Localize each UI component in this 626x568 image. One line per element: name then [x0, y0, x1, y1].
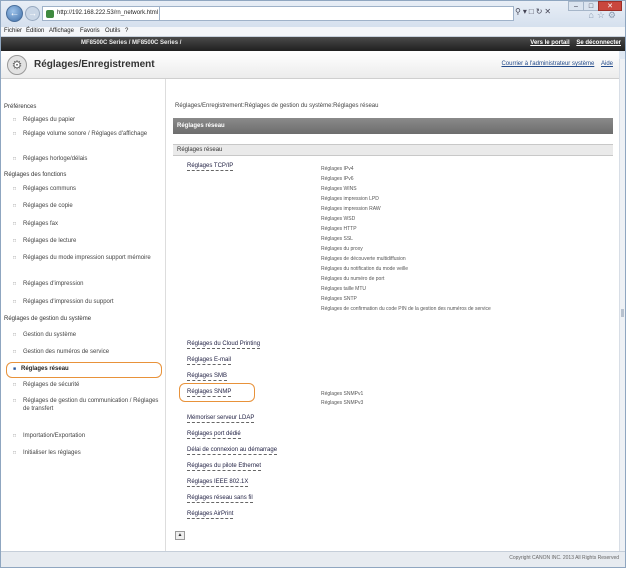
mail-admin-link[interactable]: Courrier à l'administrateur système	[501, 61, 594, 67]
sidebar-item-security[interactable]: Réglages de sécurité	[1, 381, 166, 389]
portal-link[interactable]: Vers le portail	[530, 40, 569, 46]
link-ldap[interactable]: Mémoriser serveur LDAP	[187, 415, 255, 423]
status-bar: Copyright CANON INC. 2013 All Rights Res…	[1, 551, 625, 567]
tcpip-item: Réglages de confirmation du code PIN de …	[321, 306, 491, 312]
sidebar-item-system-management[interactable]: Gestion du système	[1, 331, 166, 339]
menu-favorites[interactable]: Favoris	[80, 28, 100, 34]
tcpip-item: Réglages IPv6	[321, 176, 354, 182]
sidebar-head-preferences: Préférences	[4, 104, 37, 110]
settings-gear-icon: ⚙	[7, 55, 27, 75]
minimize-icon[interactable]: –	[568, 1, 584, 11]
help-link[interactable]: Aide	[601, 61, 613, 67]
logout-link[interactable]: Se déconnecter	[576, 40, 621, 46]
address-tools-icons[interactable]: ⚲▾□↻✕	[515, 7, 553, 16]
main-panel: Réglages/Enregistrement:Réglages de gest…	[173, 79, 613, 551]
snmp-item: Réglages SNMPv1	[321, 391, 364, 397]
tcpip-item: Réglages WINS	[321, 186, 357, 192]
sidebar-item-fax[interactable]: Réglages fax	[1, 220, 166, 228]
menu-file[interactable]: Fichier	[4, 28, 22, 34]
device-header-bar: MF8500C Series / MF8500C Series / Vers l…	[1, 37, 625, 51]
browser-window: ← → http://192.168.222.53/rn_network.htm…	[0, 0, 626, 568]
copyright-text: Copyright CANON INC. 2013 All Rights Res…	[509, 555, 619, 561]
back-arrow-icon[interactable]: ←	[6, 5, 23, 22]
sidebar-item-paper[interactable]: Réglages du papier	[1, 116, 166, 124]
snmp-item: Réglages SNMPv3	[321, 400, 364, 406]
sidebar-item-department-id[interactable]: Gestion des numéros de service	[1, 348, 166, 356]
browser-tool-icons: ⌂☆⚙	[588, 10, 619, 21]
page-banner: Réglages réseau	[173, 118, 613, 134]
page-title: Réglages/Enregistrement	[34, 59, 155, 70]
menu-help[interactable]: ?	[125, 28, 128, 34]
sidebar-item-scan[interactable]: Réglages de lecture	[1, 237, 166, 245]
tcpip-item: Réglages SSL	[321, 236, 353, 242]
sidebar-item-communication-transfer[interactable]: Réglages de gestion du communication / R…	[1, 397, 166, 413]
link-cloud-printing[interactable]: Réglages du Cloud Printing	[187, 341, 261, 349]
link-ethernet-driver[interactable]: Réglages du pilote Ethernet	[187, 463, 262, 471]
link-snmp[interactable]: Réglages SNMP	[187, 389, 232, 397]
favorites-star-icon[interactable]: ☆	[597, 10, 608, 20]
link-dedicated-port[interactable]: Réglages port dédié	[187, 431, 241, 439]
menu-bar: Fichier Édition Affichage Favoris Outils…	[1, 27, 625, 37]
sidebar-head-functions: Réglages des fonctions	[4, 172, 67, 178]
sidebar-item-import-export[interactable]: Importation/Exportation	[1, 432, 166, 440]
sidebar-item-memory-media-print[interactable]: Réglages du mode impression support mémo…	[1, 254, 166, 262]
link-ieee8021x[interactable]: Réglages IEEE 802.1X	[187, 479, 249, 487]
tcpip-item: Réglages de découverte multidiffusion	[321, 256, 406, 262]
sidebar: Préférences Réglages du papier Réglage v…	[1, 79, 166, 551]
forward-arrow-icon[interactable]: →	[25, 6, 40, 21]
sidebar-head-system-management: Réglages de gestion du système	[4, 316, 92, 322]
link-airprint[interactable]: Réglages AirPrint	[187, 511, 234, 519]
tcpip-item: Réglages du numéro de port	[321, 276, 385, 282]
browser-toolbar: ← → http://192.168.222.53/rn_network.htm…	[1, 1, 625, 27]
sidebar-item-volume-display[interactable]: Réglage volume sonore / Réglages d'affic…	[1, 130, 166, 138]
tcpip-item: Réglages IPv4	[321, 166, 354, 172]
link-wireless[interactable]: Réglages réseau sans fil	[187, 495, 253, 503]
site-favicon-icon	[46, 10, 54, 18]
settings-gear-icon[interactable]: ⚙	[608, 10, 619, 20]
sidebar-item-network[interactable]: Réglages réseau	[6, 362, 162, 378]
sidebar-item-media-print[interactable]: Réglages d'impression du support	[1, 298, 166, 306]
section-header: Réglages réseau	[173, 144, 613, 156]
tcpip-item: Réglages SNTP	[321, 296, 357, 302]
home-icon[interactable]: ⌂	[588, 10, 596, 20]
content-area: Préférences Réglages du papier Réglage v…	[1, 79, 619, 551]
sidebar-item-initialize[interactable]: Initialiser les réglages	[1, 449, 166, 457]
tcpip-item: Réglages impression LPD	[321, 196, 379, 202]
address-text: http://192.168.222.53/rn_network.html	[57, 10, 159, 16]
menu-edit[interactable]: Édition	[26, 28, 44, 34]
device-model: MF8500C Series / MF8500C Series /	[81, 40, 182, 46]
link-smb[interactable]: Réglages SMB	[187, 373, 228, 381]
tcpip-item: Réglages du notification du mode veille	[321, 266, 408, 272]
scrollbar-thumb[interactable]	[621, 309, 624, 317]
link-startup-delay[interactable]: Délai de connexion au démarrage	[187, 447, 278, 455]
address-bar-extension[interactable]	[160, 6, 514, 21]
tcpip-item: Réglages HTTP	[321, 226, 357, 232]
tcpip-item: Réglages du proxy	[321, 246, 363, 252]
menu-tools[interactable]: Outils	[105, 28, 120, 34]
tcpip-item: Réglages taille MTU	[321, 286, 367, 292]
menu-view[interactable]: Affichage	[49, 28, 74, 34]
tcpip-item: Réglages WSD	[321, 216, 356, 222]
breadcrumb: Réglages/Enregistrement:Réglages de gest…	[175, 103, 379, 109]
sidebar-item-clock[interactable]: Réglages horloge/délais	[1, 155, 166, 163]
sidebar-item-common[interactable]: Réglages communs	[1, 185, 166, 193]
address-bar[interactable]: http://192.168.222.53/rn_network.html	[42, 6, 160, 21]
back-to-top-button[interactable]: ▲	[175, 531, 185, 540]
link-tcpip[interactable]: Réglages TCP/IP	[187, 163, 234, 171]
vertical-scrollbar[interactable]	[619, 59, 625, 551]
sidebar-item-print[interactable]: Réglages d'impression	[1, 280, 166, 288]
link-email[interactable]: Réglages E-mail	[187, 357, 232, 365]
page-title-row: ⚙ Réglages/Enregistrement Courrier à l'a…	[1, 51, 619, 79]
tcpip-item: Réglages impression RAW	[321, 206, 381, 212]
sidebar-item-copy[interactable]: Réglages de copie	[1, 202, 166, 210]
